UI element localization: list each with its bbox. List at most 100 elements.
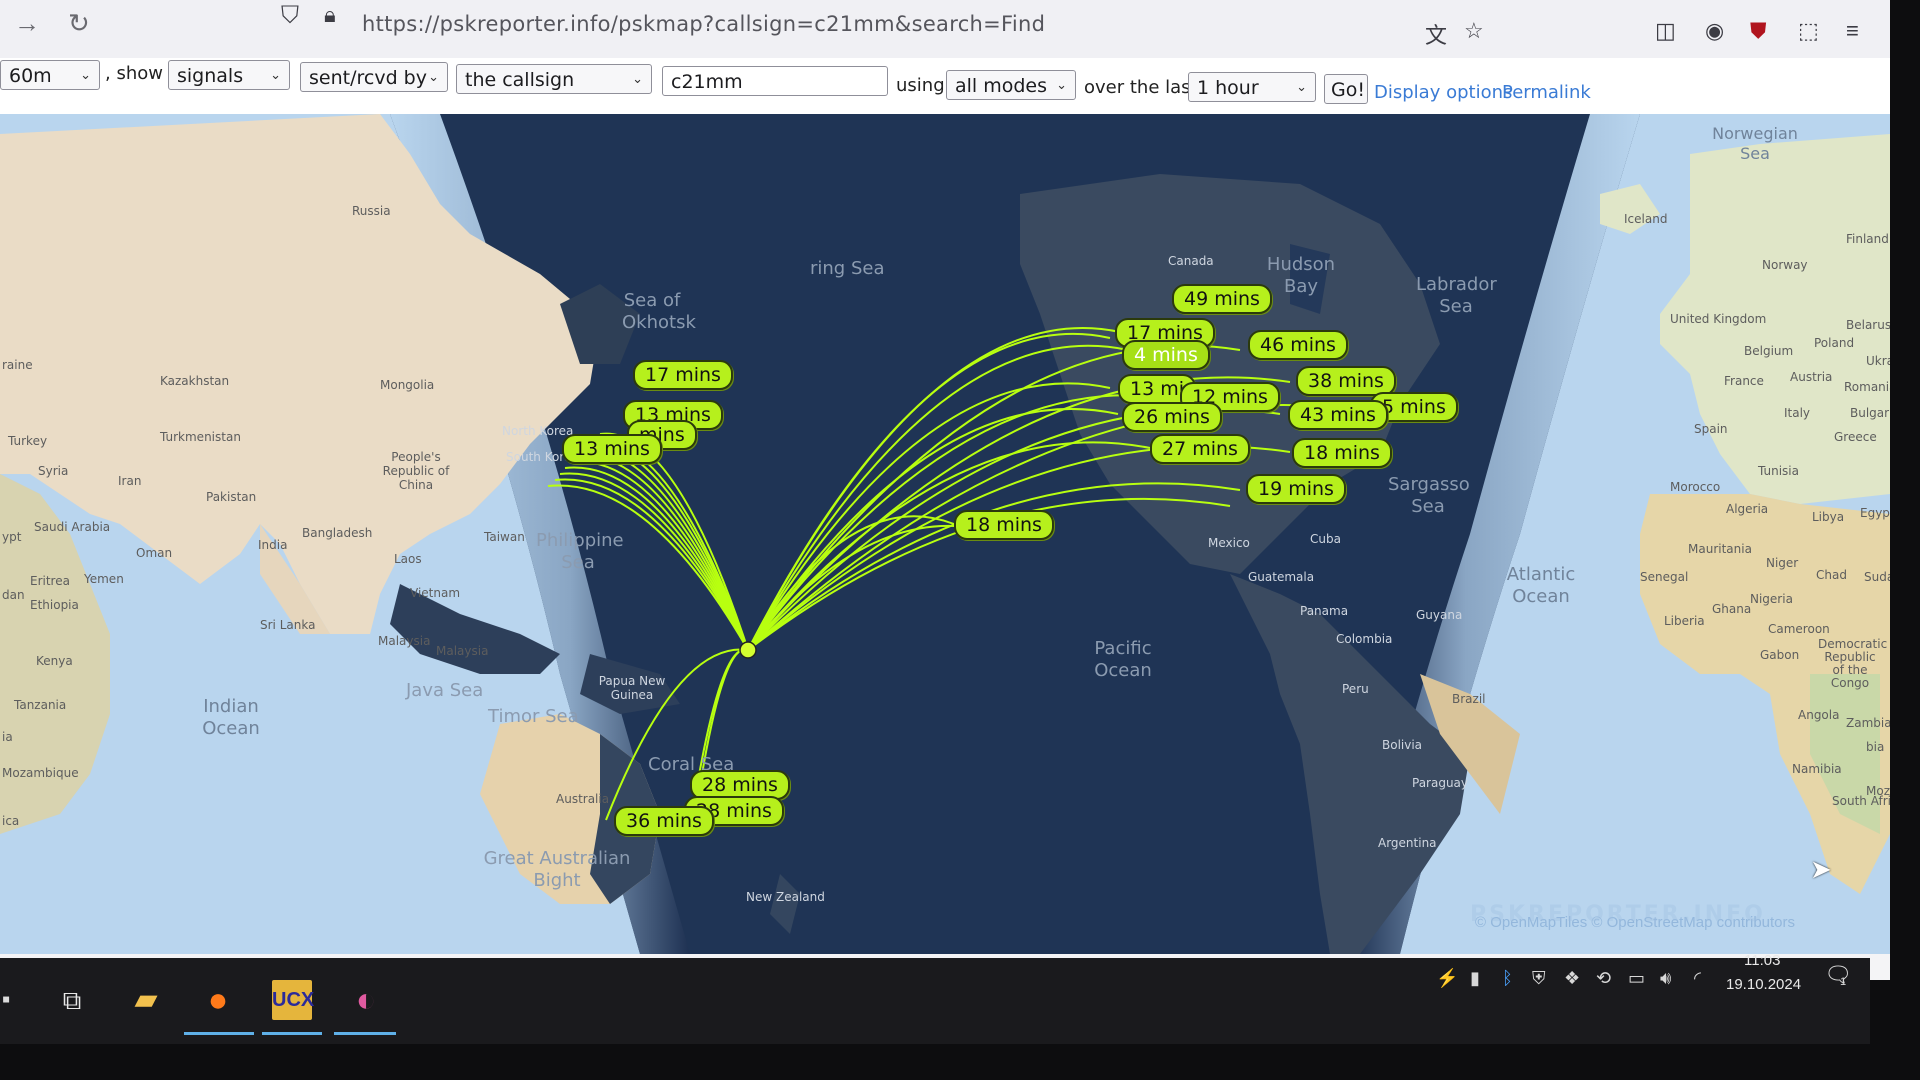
address-bar[interactable]: https://pskreporter.info/pskmap?callsign… [362,12,1045,36]
label-turkmenistan: Turkmenistan [160,430,241,444]
label-ia: ia [2,730,13,744]
label-kenya: Kenya [36,654,73,668]
label-ypt: ypt [2,530,22,544]
spot-bubble[interactable]: 46 mins [1248,330,1348,360]
ublock-icon[interactable]: ⛊ [1750,18,1767,44]
label-nigeria: Nigeria [1750,592,1793,606]
ucx-app-icon[interactable]: UCX [272,980,314,1020]
chevron-down-icon: ⌄ [1056,78,1067,93]
label-mozambique: Mozambique [2,766,79,780]
mode-select[interactable]: all modes ⌄ [946,70,1076,100]
spot-bubble[interactable]: 18 mins [1292,438,1392,468]
notification-icon[interactable]: 🗨︎ [1824,962,1852,988]
browser-toolbar: → ↻ ⛉ 🔒︎ https://pskreporter.info/pskmap… [0,0,1890,59]
home-station-marker[interactable] [739,641,757,659]
spot-bubble[interactable]: 26 mins [1122,402,1222,432]
band-select[interactable]: 60m ⌄ [0,60,100,90]
target-value: the callsign [465,69,575,91]
firefox-active-indicator [184,1032,254,1035]
label-niger: Niger [1766,556,1799,570]
band-value: 60m [9,65,52,87]
label-canada: Canada [1168,254,1214,268]
permalink-link[interactable]: Permalink [1502,82,1591,103]
firefox-icon[interactable]: ● [198,980,238,1020]
file-explorer-icon[interactable]: ▰ [126,980,166,1020]
speaker-icon[interactable]: 🔊︎ [1660,968,1671,989]
spot-bubble[interactable]: 36 mins [614,806,714,836]
label-syria: Syria [38,464,69,478]
dropbox-icon[interactable]: ❖ [1564,968,1580,989]
label-java-sea: Java Sea [406,680,484,701]
go-button[interactable]: Go! [1324,74,1368,104]
label-sea-of-okhotsk: Sea of Okhotsk [622,290,696,333]
direction-select[interactable]: sent/rcvd by ⌄ [300,62,448,92]
reload-icon[interactable]: ↻ [68,8,90,39]
pskreporter-watermark: PSKREPORTER.INFO [1470,902,1766,927]
usb-icon[interactable]: ▮ [1470,968,1480,989]
translate-icon[interactable]: 文 [1425,18,1447,50]
ucx-active-indicator [262,1032,322,1035]
clock-date[interactable]: 19.10.2024 [1726,976,1801,993]
display-options-link[interactable]: Display options [1374,82,1512,103]
period-value: 1 hour [1197,77,1259,99]
lock-icon[interactable]: 🔒︎ [324,2,336,28]
spot-bubble[interactable]: 49 mins [1172,284,1272,314]
label-belarus: Belarus [1846,318,1890,332]
label-moz: Moz [1866,784,1890,798]
label-dan: dan [2,588,25,602]
label-italy: Italy [1784,406,1811,420]
windows-start-icon[interactable]: ▪ [0,980,26,1020]
label-liberia: Liberia [1664,614,1705,628]
label-brazil: Brazil [1452,692,1486,706]
task-view-icon[interactable]: ⧉ [52,980,92,1020]
label-north-korea: North Korea [502,424,574,438]
bookmark-star-icon[interactable]: ☆ [1464,18,1484,44]
sync-icon[interactable]: ⟲ [1596,968,1611,989]
label-namibia: Namibia [1792,762,1842,776]
show-select[interactable]: signals ⌄ [168,60,290,90]
label-malaysia-1: Malaysia [378,634,431,648]
mode-value: all modes [955,75,1048,97]
label-ethiopia: Ethiopia [30,598,79,612]
bluetooth-icon[interactable]: ᛒ [1502,968,1513,989]
callsign-value: c21mm [671,71,743,93]
spot-bubble[interactable]: 19 mins [1246,474,1346,504]
label-tanzania: Tanzania [14,698,67,712]
extensions-icon[interactable]: ⬚ [1798,18,1819,44]
account-icon[interactable]: ◉ [1705,18,1724,44]
clock-time[interactable]: 11:03 [1744,952,1780,969]
label-paraguay: Paraguay [1412,776,1469,790]
colorful-app-icon[interactable]: ◐ [346,980,386,1020]
label-gabon: Gabon [1760,648,1800,662]
battery-icon[interactable]: ▭ [1628,968,1645,989]
spot-bubble-selected[interactable]: 4 mins [1122,340,1210,370]
label-ukraine: Ukra [1866,354,1890,368]
label-egypt: Egypt [1860,506,1890,520]
pocket-icon[interactable]: ◫ [1655,18,1676,44]
label-mexico: Mexico [1208,536,1250,550]
mouse-cursor-icon: ➤ [1810,854,1832,884]
label-romania: Romania [1844,380,1890,394]
spot-bubble[interactable]: 18 mins [954,510,1054,540]
label-bolivia: Bolivia [1382,738,1423,752]
propagation-map[interactable]: Russia Kazakhstan Mongolia Turkmenistan … [0,114,1890,954]
network-cable-icon[interactable]: ⚡ [1436,968,1458,989]
security-shield-icon[interactable]: ⛨ [1532,968,1546,989]
callsign-input[interactable]: c21mm [662,66,888,96]
spot-bubble[interactable]: 17 mins [633,360,733,390]
label-ica: ica [2,814,20,828]
label-norway: Norway [1762,258,1808,272]
spot-bubble[interactable]: 13 mins [562,434,662,464]
spot-bubble[interactable]: 27 mins [1150,434,1250,464]
period-select[interactable]: 1 hour ⌄ [1188,72,1316,102]
chevron-down-icon: ⌄ [80,68,91,83]
label-mauritania: Mauritania [1688,542,1752,556]
forward-icon[interactable]: → [14,8,40,39]
target-select[interactable]: the callsign ⌄ [456,64,652,94]
wifi-icon[interactable]: ◜ [1694,968,1701,989]
browser-window: → ↻ ⛉ 🔒︎ https://pskreporter.info/pskmap… [0,0,1890,980]
shield-icon[interactable]: ⛉ [281,2,299,30]
label-labrador-sea: Labrador Sea [1416,274,1497,317]
spot-bubble[interactable]: 43 mins [1288,400,1388,430]
menu-icon[interactable]: ≡ [1846,18,1859,44]
